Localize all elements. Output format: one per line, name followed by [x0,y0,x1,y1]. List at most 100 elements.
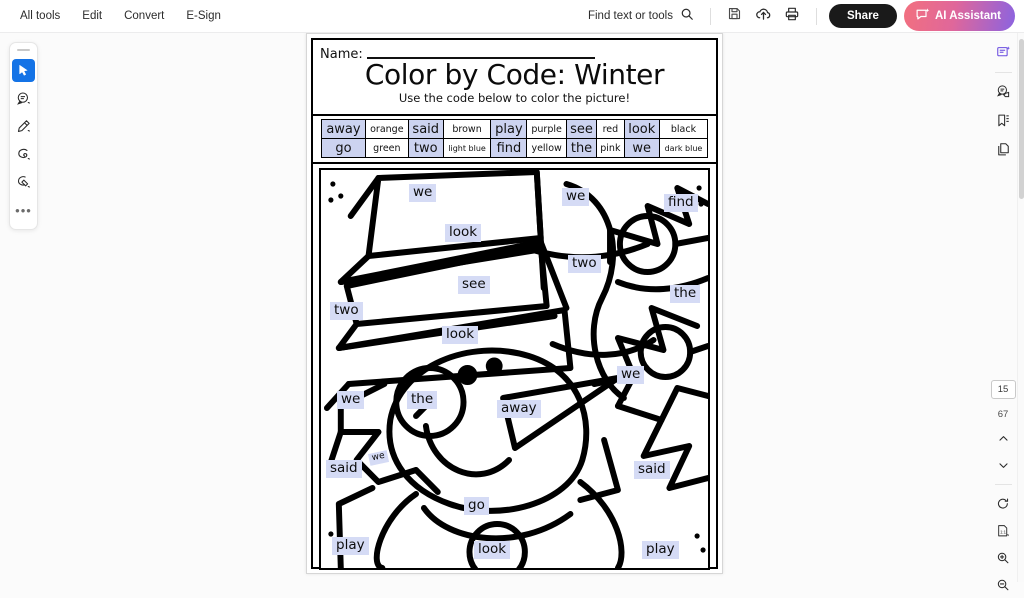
picture-word-label: two [568,255,601,273]
page-title: Color by Code: Winter [364,58,665,91]
upload-to-cloud-button[interactable] [749,2,778,31]
picture-word-label: we [617,366,645,384]
picture-word-label: find [664,194,698,212]
current-page-input[interactable]: 15 [990,380,1016,399]
rotate-clockwise-icon [997,497,1009,509]
menu-edit[interactable]: Edit [71,5,113,27]
color-code-legend: away orange said brown play purple see r… [313,116,716,164]
zoom-in-icon [997,552,1009,563]
page-controls-divider [994,484,1012,485]
zoom-out-icon [997,579,1009,590]
code-word-two: two [407,138,444,158]
picture-word-label: go [464,497,489,515]
picture-word-label: the [670,285,701,303]
save-button[interactable] [720,2,749,31]
picture-word-label: the [407,391,438,409]
picture-word-label: we [409,184,437,202]
top-actions-group: Find text or tools Share AI Assistant [581,1,1024,31]
code-word-see: see [565,119,598,139]
ai-assistant-panel-icon[interactable] [991,40,1016,65]
highlight-tool[interactable] [12,115,35,138]
picture-word-label: play [642,541,679,559]
save-icon [727,6,742,26]
snowman-line-art [323,170,708,568]
cloud-upload-icon [755,5,772,27]
code-color-light-blue: light blue [442,138,492,158]
ai-assistant-label: AI Assistant [934,10,1001,22]
right-rail-divider [994,72,1012,73]
page-navigation-controls: 15 67 1:1 [990,380,1016,598]
print-button[interactable] [778,2,807,31]
chevron-down-icon [998,463,1008,468]
find-label: Find text or tools [587,10,673,22]
code-word-play: play [490,119,528,139]
share-button[interactable]: Share [828,4,897,28]
right-panel-rail [990,38,1016,164]
code-color-green: green [364,138,409,158]
draw-tool[interactable] [12,143,35,166]
toolbar-divider-1 [709,7,711,25]
rotate-page-button[interactable] [991,491,1016,516]
next-page-button[interactable] [991,453,1016,478]
top-menu-group: All tools Edit Convert E-Sign [0,5,232,27]
comment-tool[interactable] [12,87,35,110]
code-color-black: black [658,119,709,139]
bookmarks-panel-icon[interactable] [991,108,1016,133]
code-color-yellow: yellow [526,138,567,158]
toolbar-divider-2 [815,7,817,25]
left-tool-rail: ••• [9,42,38,230]
select-tool[interactable] [12,58,35,82]
comments-panel-icon[interactable] [991,79,1016,104]
picture-word-label: away [497,400,541,418]
code-table: away orange said brown play purple see r… [321,119,709,158]
code-word-the: the [565,138,598,158]
fit-page-icon: 1:1 [998,524,1009,536]
code-color-red: red [596,119,625,139]
code-word-look: look [623,119,660,139]
ai-assistant-icon [915,7,930,25]
print-icon [784,6,800,27]
code-color-brown: brown [442,119,492,139]
picture-word-label: we [562,188,590,206]
vertical-scrollbar[interactable] [1017,33,1024,582]
code-word-go: go [321,138,366,158]
zoom-out-button[interactable] [991,572,1016,597]
code-color-pink: pink [596,138,625,158]
ai-assistant-button[interactable]: AI Assistant [903,1,1015,31]
total-pages-label: 67 [997,409,1009,420]
picture-word-label: see [458,276,490,294]
erase-tool[interactable] [12,171,35,194]
menu-all-tools[interactable]: All tools [9,5,71,27]
zoom-in-button[interactable] [991,545,1016,570]
page-thumbnails-icon[interactable] [991,137,1016,162]
picture-word-label: look [474,541,511,559]
table-row: away orange said brown play purple see r… [321,119,709,139]
code-color-orange: orange [364,119,409,139]
coloring-picture: we we find look two see the two look we … [319,168,710,570]
picture-word-label: we [337,391,365,409]
picture-word-label: said [634,461,670,479]
picture-word-label: two [330,302,363,320]
picture-word-label: play [332,537,369,555]
document-viewport: Name: Color by Code: Winter Use the code… [0,33,1017,582]
search-icon [680,7,694,26]
code-word-away: away [321,119,366,139]
menu-esign[interactable]: E-Sign [175,5,232,27]
chevron-up-icon [998,436,1008,441]
picture-word-label: look [442,326,479,344]
table-row: go green two light blue find yellow the … [321,138,709,158]
ellipsis-icon: ••• [15,202,32,218]
top-toolbar: All tools Edit Convert E-Sign Find text … [0,0,1024,33]
more-tools[interactable]: ••• [12,199,35,222]
worksheet-header: Name: Color by Code: Winter Use the code… [313,40,716,116]
fit-page-button[interactable]: 1:1 [991,518,1016,543]
name-label: Name: [320,47,363,62]
previous-page-button[interactable] [991,426,1016,451]
scrollbar-thumb[interactable] [1019,39,1024,199]
svg-text:1:1: 1:1 [1000,529,1006,534]
menu-convert[interactable]: Convert [113,5,175,27]
code-word-said: said [407,119,444,139]
rail-drag-handle[interactable] [17,49,30,51]
picture-word-label: look [445,224,482,242]
find-text-or-tools-button[interactable]: Find text or tools [581,3,701,30]
